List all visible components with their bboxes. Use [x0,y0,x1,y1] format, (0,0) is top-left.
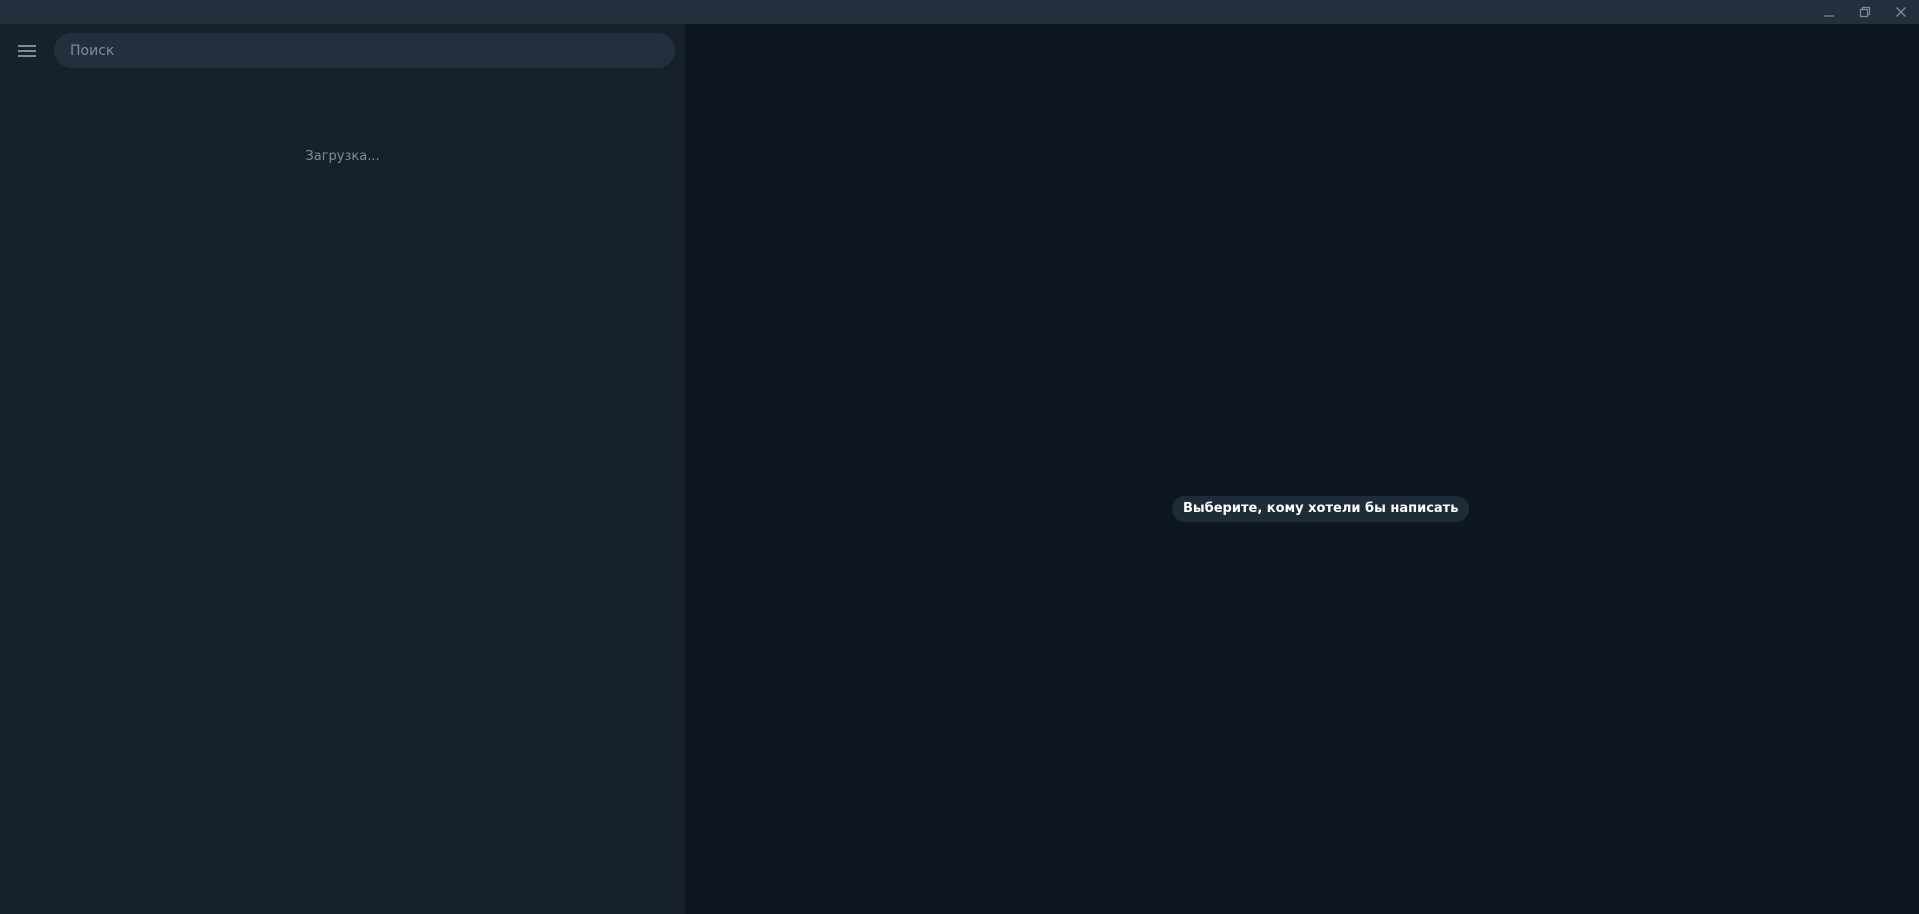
search-input[interactable] [54,33,675,68]
chat-list-sidebar: Загрузка... [0,24,685,914]
minimize-button[interactable] [1811,0,1847,24]
main-menu-button[interactable] [12,38,42,68]
empty-chat-message: Выберите, кому хотели бы написать [1172,496,1470,522]
loading-status: Загрузка... [305,149,380,164]
close-icon [1895,6,1907,18]
restore-button[interactable] [1847,0,1883,24]
hamburger-menu-icon [17,43,37,63]
minimize-icon [1823,6,1835,18]
window-controls [1811,0,1919,24]
restore-icon [1859,6,1871,18]
chat-area: Выберите, кому хотели бы написать [685,24,1919,914]
title-bar [0,0,1919,24]
close-button[interactable] [1883,0,1919,24]
app-window: Загрузка... Выберите, кому хотели бы нап… [0,0,1919,914]
